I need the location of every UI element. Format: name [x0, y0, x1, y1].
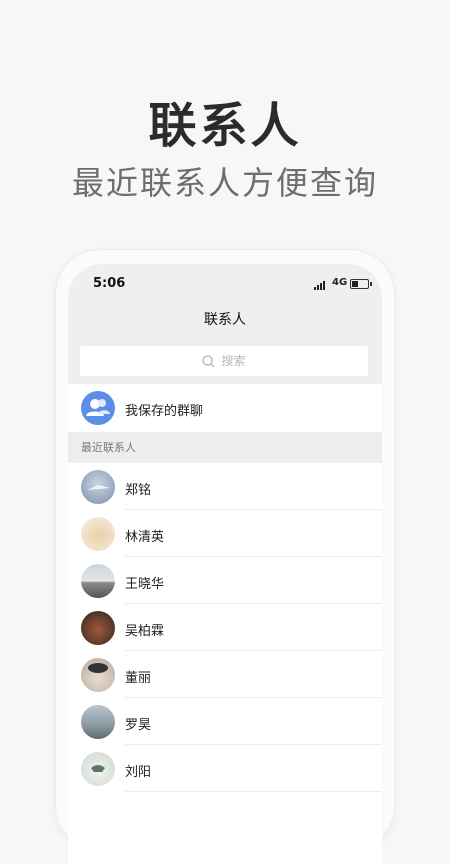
- search-bar: 搜索: [68, 342, 382, 384]
- nav-title: 联系人: [68, 302, 382, 342]
- contact-item[interactable]: 林清英: [68, 510, 382, 557]
- contact-name: 罗昊: [125, 718, 152, 733]
- battery-icon: [350, 279, 372, 289]
- avatar: [81, 564, 115, 598]
- contact-name: 王晓华: [125, 577, 165, 592]
- contact-name: 吴柏霖: [125, 624, 165, 639]
- contact-item[interactable]: 郑铭: [68, 463, 382, 510]
- status-bar: 5:06 4G: [68, 264, 382, 302]
- search-placeholder: 搜索: [221, 354, 246, 368]
- status-time: 5:06: [93, 276, 126, 291]
- contact-name: 董丽: [125, 671, 152, 686]
- phone-frame: 5:06 4G 联系人 搜索 我保存的群聊 最近联系人 郑铭 林清英 王晓华 吴…: [56, 250, 394, 864]
- group-chat-icon: [81, 391, 115, 425]
- avatar: [81, 611, 115, 645]
- contact-item[interactable]: 王晓华: [68, 557, 382, 604]
- signal-icon: [314, 280, 330, 290]
- contact-name: 刘阳: [125, 765, 152, 780]
- promo-subtitle: 最近联系人方便查询: [71, 164, 378, 202]
- search-icon: [202, 355, 215, 368]
- network-type: 4G: [332, 277, 348, 288]
- phone-screen: 5:06 4G 联系人 搜索 我保存的群聊 最近联系人 郑铭 林清英 王晓华 吴…: [68, 264, 382, 864]
- avatar: [81, 752, 115, 786]
- contact-item[interactable]: 吴柏霖: [68, 604, 382, 651]
- saved-group-chats-item[interactable]: 我保存的群聊: [68, 384, 382, 432]
- avatar: [81, 658, 115, 692]
- avatar: [81, 470, 115, 504]
- contact-item[interactable]: 董丽: [68, 651, 382, 698]
- contact-item[interactable]: 罗昊: [68, 698, 382, 745]
- avatar: [81, 517, 115, 551]
- avatar: [81, 705, 115, 739]
- contact-name: 林清英: [125, 530, 165, 545]
- contact-name: 郑铭: [125, 483, 152, 498]
- promo-title: 联系人: [148, 98, 302, 154]
- section-recent-contacts: 最近联系人: [68, 432, 382, 463]
- contact-item[interactable]: 刘阳: [68, 745, 382, 792]
- search-input[interactable]: 搜索: [80, 346, 368, 376]
- saved-group-chats-label: 我保存的群聊: [125, 404, 204, 419]
